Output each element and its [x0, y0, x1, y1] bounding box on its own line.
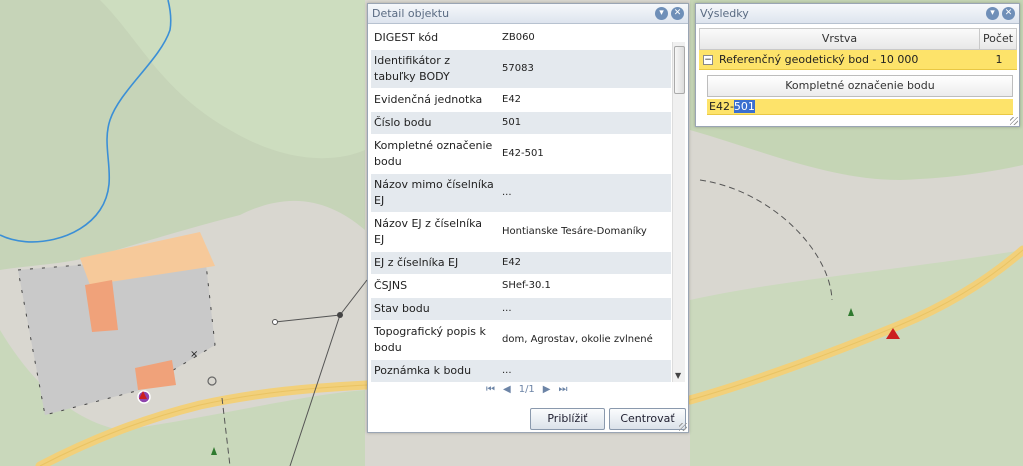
attribute-table: DIGEST kód ZB060 Identifikátor z tabuľky …	[371, 27, 671, 382]
attr-value: E42	[502, 257, 522, 268]
close-icon[interactable]: ✕	[1002, 7, 1015, 20]
collapse-icon[interactable]: ▾	[986, 7, 999, 20]
results-panel-title: Výsledky	[700, 7, 749, 20]
attr-value: ...	[502, 187, 512, 198]
attr-key: Číslo bodu	[374, 116, 432, 129]
vertical-scrollbar[interactable]: ▼	[672, 42, 685, 382]
table-row: Číslo bodu 501	[371, 112, 671, 135]
svg-text:×: ×	[190, 349, 198, 360]
page-indicator: 1/1	[518, 384, 535, 395]
attr-key: Názov mimo číselníka EJ	[374, 178, 494, 207]
attr-value: Hontianske Tesáre-Domaníky	[502, 226, 647, 237]
center-button[interactable]: Centrovať	[609, 408, 686, 430]
attr-value: E42-501	[502, 148, 544, 159]
table-row: Identifikátor z tabuľky BODY 57083	[371, 50, 671, 89]
attr-key: Názov EJ z číselníka EJ	[374, 217, 483, 246]
attr-value: ...	[502, 303, 512, 314]
table-row: Topografický popis k bodu dom, Agrostav, …	[371, 321, 671, 360]
table-row: DIGEST kód ZB060	[371, 27, 671, 50]
attr-key: Evidenčná jednotka	[374, 93, 483, 106]
attr-key: EJ z číselníka EJ	[374, 256, 459, 269]
attr-key: DIGEST kód	[374, 31, 439, 44]
table-row: Stav bodu...	[371, 298, 671, 321]
layer-cell: − Referenčný geodetický bod - 10 000	[699, 50, 981, 69]
prev-page-icon[interactable]: ◀	[503, 384, 511, 395]
resize-grip[interactable]	[679, 423, 687, 431]
attr-key: Kompletné označenie bodu	[374, 139, 493, 168]
attr-key: Topografický popis k bodu	[374, 325, 486, 354]
sub-column-header[interactable]: Kompletné označenie bodu	[707, 75, 1013, 97]
detail-panel: Detail objektu ▾ ✕ DIGEST kód ZB060 Ident…	[367, 3, 689, 433]
layer-name: Referenčný geodetický bod - 10 000	[719, 52, 919, 66]
close-icon[interactable]: ✕	[671, 7, 684, 20]
layer-count: 1	[995, 53, 1003, 66]
attr-key: Identifikátor z tabuľky BODY	[374, 54, 451, 83]
attr-value: ...	[502, 365, 512, 376]
attr-key: Stav bodu	[374, 302, 430, 315]
table-row: Poznámka k bodu...	[371, 360, 671, 382]
detail-panel-title: Detail objektu	[372, 7, 450, 20]
attr-value: SHef-30.1	[502, 280, 551, 291]
result-value-cell[interactable]: E42-501	[707, 99, 1013, 115]
results-table: Vrstva Počet − Referenčný geodetický bod…	[699, 28, 1017, 115]
collapse-toggle-icon[interactable]: −	[703, 54, 713, 65]
column-header-layer[interactable]: Vrstva	[700, 29, 980, 49]
results-panel-header[interactable]: Výsledky ▾ ✕	[696, 4, 1019, 24]
attr-value: ZB060	[502, 32, 535, 43]
first-page-icon[interactable]: ⏮	[486, 384, 495, 395]
results-layer-row[interactable]: − Referenčný geodetický bod - 10 000 1	[699, 50, 1017, 70]
table-row: Názov mimo číselníka EJ...	[371, 174, 671, 213]
attr-key: Poznámka k bodu	[374, 364, 472, 377]
attr-value: 57083	[502, 63, 534, 74]
scrollbar-thumb[interactable]	[674, 46, 685, 94]
result-value-selected: 501	[733, 100, 755, 113]
pager: ⏮ ◀ 1/1 ▶ ⏭	[486, 384, 568, 395]
last-page-icon[interactable]: ⏭	[559, 384, 568, 395]
results-panel: Výsledky ▾ ✕ Vrstva Počet − Referenčný g…	[695, 3, 1020, 127]
table-row: Evidenčná jednotka E42	[371, 89, 671, 112]
detail-panel-header[interactable]: Detail objektu ▾ ✕	[368, 4, 688, 24]
result-value-prefix: E42-	[709, 100, 734, 113]
next-page-icon[interactable]: ▶	[543, 384, 551, 395]
table-row: Názov EJ z číselníka EJ Hontianske Tesáre…	[371, 213, 671, 252]
attr-value: dom, Agrostav, okolie zvlnené	[502, 334, 653, 345]
table-row: ČSJNS SHef-30.1	[371, 275, 671, 298]
attr-value: 501	[502, 117, 522, 128]
table-row: Kompletné označenie bodu E42-501	[371, 135, 671, 174]
attr-key: ČSJNS	[374, 279, 408, 292]
zoom-button[interactable]: Priblížiť	[530, 408, 605, 430]
resize-grip[interactable]	[1010, 117, 1018, 125]
attr-value: E42	[502, 94, 522, 105]
scroll-down-icon[interactable]: ▼	[675, 371, 681, 380]
collapse-icon[interactable]: ▾	[655, 7, 668, 20]
results-table-header: Vrstva Počet	[699, 28, 1017, 50]
table-row: EJ z číselníka EJ E42	[371, 252, 671, 275]
column-header-count[interactable]: Počet	[980, 29, 1016, 49]
